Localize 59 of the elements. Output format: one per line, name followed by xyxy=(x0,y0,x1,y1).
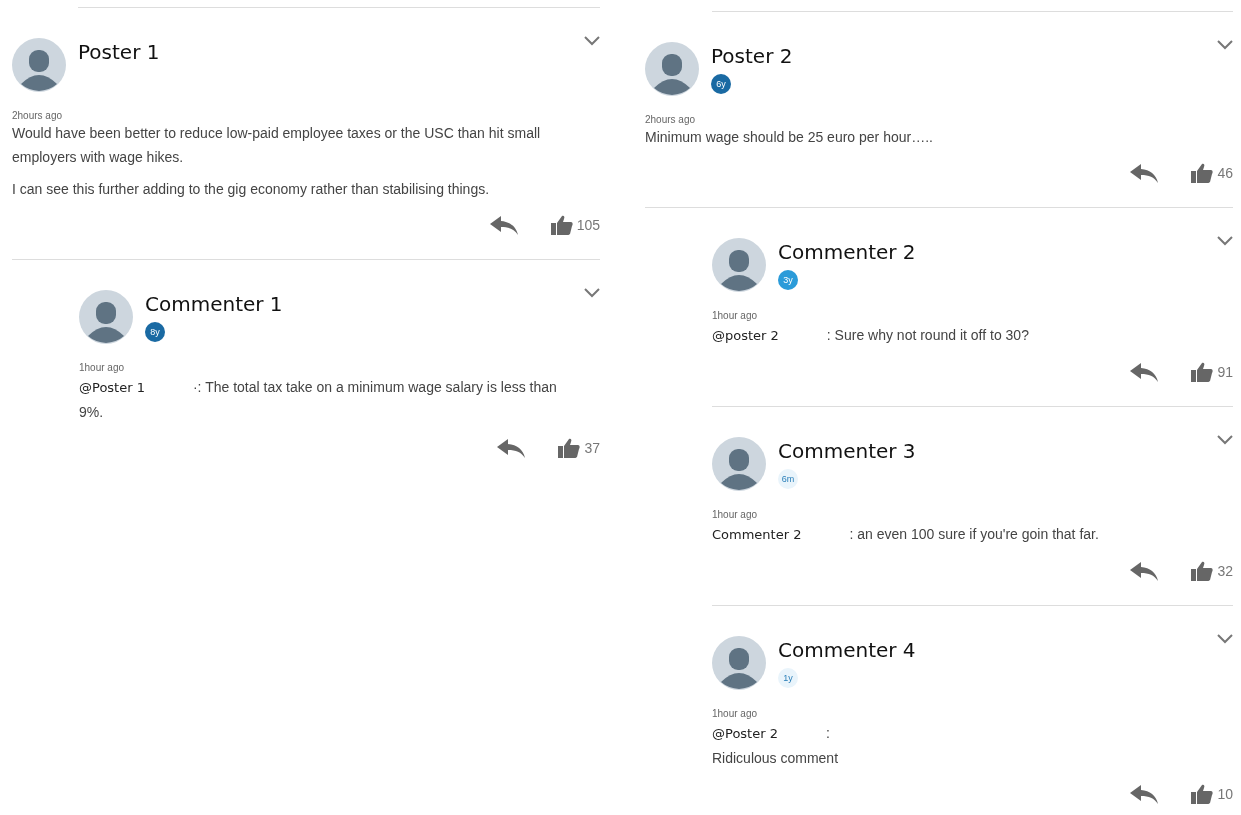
tenure-badge: 6m xyxy=(778,469,798,489)
timestamp: 1hour ago xyxy=(712,708,759,719)
reply-icon[interactable] xyxy=(1129,362,1160,382)
comment-text: @poster 2 : Sure why not round it off to 30? xyxy=(712,326,1030,345)
chevron-down-icon[interactable] xyxy=(1217,435,1233,445)
comment-text: Minimum wage should be 25 euro per hour….. xyxy=(645,128,934,147)
chevron-down-icon[interactable] xyxy=(1217,236,1233,246)
thumbs-up-icon[interactable] xyxy=(1191,561,1214,581)
comment-text: @Poster 2 : xyxy=(712,724,831,743)
chevron-down-icon[interactable] xyxy=(1217,634,1233,644)
like-count: 105 xyxy=(576,217,600,233)
avatar-icon xyxy=(645,42,699,96)
avatar-icon xyxy=(712,636,766,690)
tenure-badge: 8y xyxy=(145,322,165,342)
chevron-down-icon[interactable] xyxy=(584,288,600,298)
chevron-down-icon[interactable] xyxy=(1217,40,1233,50)
author-name: Poster 1 xyxy=(78,40,160,64)
like-count: 46 xyxy=(1217,165,1233,181)
mention-link[interactable]: @poster 2 xyxy=(712,328,779,343)
thumbs-up-icon[interactable] xyxy=(550,215,573,235)
comment-text: @Poster 1 ·: The total tax take on a minimum wage salary is less than 9%. xyxy=(79,378,558,422)
like-count: 37 xyxy=(584,440,600,456)
thumbs-up-icon[interactable] xyxy=(1191,784,1214,804)
mention-link[interactable]: Commenter 2 xyxy=(712,527,802,542)
chevron-down-icon[interactable] xyxy=(584,36,600,46)
timestamp: 2hours ago xyxy=(12,110,64,121)
like-count: 10 xyxy=(1217,786,1233,802)
author-name: Commenter 1 xyxy=(145,292,283,316)
reply-icon[interactable] xyxy=(496,438,527,458)
thumbs-up-icon[interactable] xyxy=(1191,362,1214,382)
reply-icon[interactable] xyxy=(1129,784,1160,804)
avatar-icon xyxy=(712,238,766,292)
avatar-icon xyxy=(79,290,133,344)
like-count: 32 xyxy=(1217,563,1233,579)
mention-link[interactable]: @Poster 2 xyxy=(712,726,778,741)
comment-text: I can see this further adding to the gig economy rather than stabilising things. xyxy=(12,180,491,199)
author-name: Commenter 2 xyxy=(778,240,916,264)
like-count: 91 xyxy=(1217,364,1233,380)
thumbs-up-icon[interactable] xyxy=(558,438,581,458)
avatar-icon xyxy=(712,437,766,491)
avatar-icon xyxy=(12,38,66,92)
comment-text: Commenter 2 : an even 100 sure if you're goin that far. xyxy=(712,525,1100,544)
author-name: Commenter 4 xyxy=(778,638,916,662)
timestamp: 1hour ago xyxy=(712,509,759,520)
author-name: Poster 2 xyxy=(711,44,793,68)
tenure-badge: 3y xyxy=(778,270,798,290)
author-name: Commenter 3 xyxy=(778,439,916,463)
reply-icon[interactable] xyxy=(1129,561,1160,581)
timestamp: 1hour ago xyxy=(79,362,126,373)
comment-text: Would have been better to reduce low-paid employee taxes or the USC than hit small employers with wage hikes. xyxy=(12,124,542,167)
reply-icon[interactable] xyxy=(1129,163,1160,183)
tenure-badge: 6y xyxy=(711,74,731,94)
timestamp: 2hours ago xyxy=(645,114,697,125)
tenure-badge: 1y xyxy=(778,668,798,688)
mention-link[interactable]: @Poster 1 xyxy=(79,380,145,395)
timestamp: 1hour ago xyxy=(712,310,759,321)
reply-icon[interactable] xyxy=(488,215,519,235)
thumbs-up-icon[interactable] xyxy=(1191,163,1214,183)
comment-text: Ridiculous comment xyxy=(712,749,840,768)
